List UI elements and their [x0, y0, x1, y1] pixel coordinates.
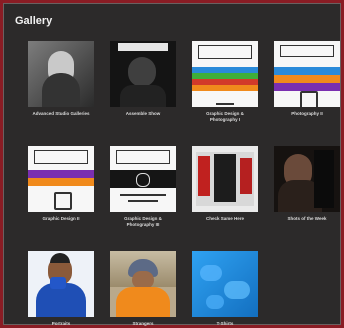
gallery-item-graphic-design-photography-3[interactable]: Graphic Design & Photography III	[110, 146, 176, 228]
gallery-caption: Check Same Here	[205, 216, 245, 221]
gallery-caption: Shots of the Week	[287, 216, 327, 221]
gallery-item-check-same-here[interactable]: Check Same Here	[192, 146, 258, 222]
gallery-caption: T-Shirts	[216, 321, 234, 326]
gallery-item-graphic-design-2[interactable]: Graphic Design II	[28, 146, 94, 222]
gallery-caption: Portraits	[51, 321, 71, 326]
app-frame: Gallery Advanced Studio Galleries Assemb…	[0, 0, 344, 328]
gallery-item-photography-2[interactable]: Photography II	[274, 41, 340, 117]
gallery-thumbnail[interactable]	[28, 251, 94, 317]
gallery-thumbnail[interactable]	[28, 41, 94, 107]
gallery-caption: Assemble Show	[125, 111, 161, 116]
gallery-item-graphic-design-photography-1[interactable]: Graphic Design & Photography I	[192, 41, 258, 123]
gallery-item-portraits[interactable]: Portraits	[28, 251, 94, 327]
gallery-thumbnail[interactable]	[110, 251, 176, 317]
gallery-thumbnail[interactable]	[192, 41, 258, 107]
gallery-caption: Advanced Studio Galleries	[32, 111, 90, 116]
gallery-item-shots-of-the-week[interactable]: Shots of the Week	[274, 146, 340, 222]
gallery-thumbnail[interactable]	[28, 146, 94, 212]
gallery-thumbnail[interactable]	[274, 41, 340, 107]
gallery-thumbnail[interactable]	[192, 146, 258, 212]
gallery-thumbnail[interactable]	[192, 251, 258, 317]
gallery-caption: Graphic Design & Photography III	[124, 216, 162, 227]
gallery-title: Gallery	[15, 15, 53, 27]
gallery-caption: Graphic Design & Photography I	[206, 111, 244, 122]
gallery-item-assemble-show[interactable]: Assemble Show	[110, 41, 176, 117]
gallery-item-t-shirts[interactable]: T-Shirts	[192, 251, 258, 327]
gallery-caption: Strangers	[132, 321, 154, 326]
gallery-caption: Photography II	[291, 111, 323, 116]
gallery-item-advanced-studio[interactable]: Advanced Studio Galleries	[28, 41, 94, 117]
gallery-thumbnail[interactable]	[274, 146, 340, 212]
gallery-thumbnail[interactable]	[110, 41, 176, 107]
gallery-panel: Gallery Advanced Studio Galleries Assemb…	[3, 3, 341, 327]
gallery-caption: Graphic Design II	[42, 216, 80, 221]
gallery-item-strangers[interactable]: Strangers	[110, 251, 176, 327]
gallery-thumbnail[interactable]	[110, 146, 176, 212]
